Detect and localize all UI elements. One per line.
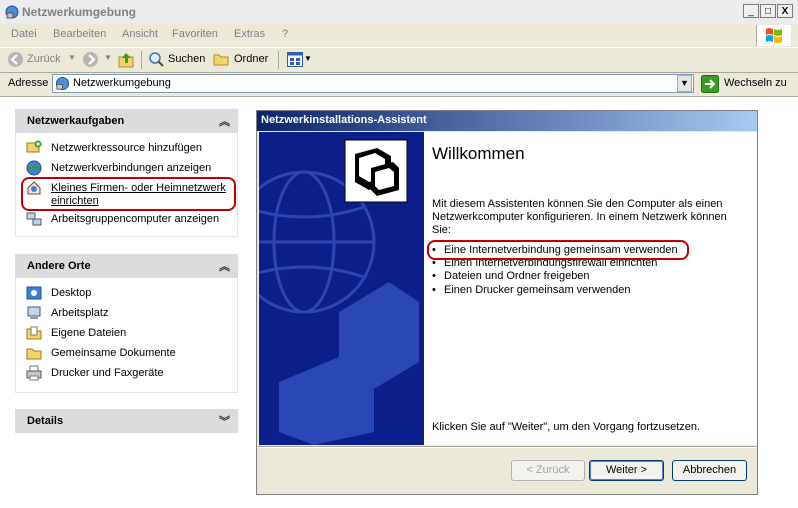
search-button-label[interactable]: Suchen	[168, 53, 205, 65]
red-annotation-circle	[21, 177, 236, 211]
menu-bar: Datei Bearbeiten Ansicht Favoriten Extra…	[0, 24, 798, 48]
folders-icon[interactable]	[213, 51, 230, 68]
toolbar-separator	[278, 51, 279, 69]
wizard-back-button[interactable]: < Zurück	[511, 460, 585, 481]
shared-folder-icon	[26, 348, 42, 360]
menu-help[interactable]: ?	[282, 28, 288, 40]
menu-bearbeiten[interactable]: Bearbeiten	[53, 28, 106, 40]
go-arrow-icon[interactable]	[701, 75, 719, 93]
menu-ansicht[interactable]: Ansicht	[122, 28, 158, 40]
views-dropdown-icon[interactable]: ▼	[304, 54, 312, 63]
address-input[interactable]: Netzwerkumgebung ▼	[52, 74, 694, 93]
windows-flag-icon	[766, 28, 782, 43]
network-places-icon	[5, 5, 19, 19]
add-network-place-icon	[26, 140, 42, 153]
wizard-next-button[interactable]: Weiter >	[589, 460, 664, 481]
wizard-intro-line: Sie:	[432, 224, 451, 236]
wizard-intro-line: Mit diesem Assistenten können Sie den Co…	[432, 198, 723, 210]
other-places-header[interactable]: Andere Orte ︽	[15, 254, 238, 278]
expand-chevron-icon[interactable]: ︾	[219, 413, 230, 429]
go-button-label[interactable]: Wechseln zu	[724, 77, 787, 89]
address-label: Adresse	[8, 77, 49, 89]
my-computer-icon	[27, 306, 41, 319]
network-tasks-header[interactable]: Netzwerkaufgaben ︽	[15, 109, 238, 133]
printer-icon	[26, 365, 42, 381]
toolbar-separator	[141, 51, 142, 69]
workgroup-computers-icon	[26, 212, 42, 226]
search-icon[interactable]	[148, 51, 165, 68]
menu-extras[interactable]: Extras	[234, 28, 265, 40]
my-documents-icon	[26, 326, 42, 340]
address-bar: Adresse Netzwerkumgebung ▼ Wechseln zu	[0, 73, 798, 97]
wizard-content: Willkommen Mit diesem Assistenten können…	[424, 132, 757, 445]
back-arrow-icon[interactable]	[7, 51, 24, 68]
details-title: Details	[27, 415, 64, 427]
wizard-intro-line: Netzwerkcomputer konfigurieren. In einem…	[432, 211, 727, 223]
collapse-chevron-icon[interactable]: ︽	[219, 258, 230, 274]
wizard-footer: Klicken Sie auf "Weiter", um den Vorgang…	[432, 421, 701, 433]
minimize-button[interactable]: _	[743, 4, 759, 18]
network-setup-wizard: Netzwerkinstallations-Assistent Willkomm…	[256, 110, 758, 495]
folders-button-label[interactable]: Ordner	[234, 53, 268, 65]
network-tasks-title: Netzwerkaufgaben	[27, 115, 125, 127]
title-bar: Netzwerkumgebung _ □ X	[0, 0, 798, 25]
collapse-chevron-icon[interactable]: ︽	[219, 113, 230, 129]
forward-arrow-icon[interactable]	[82, 51, 99, 68]
wizard-watermark-icon	[259, 139, 419, 445]
desktop-icon	[26, 286, 42, 300]
wizard-divider	[257, 446, 757, 448]
address-dropdown-button[interactable]: ▼	[677, 75, 692, 92]
wizard-title-bar: Netzwerkinstallations-Assistent	[257, 111, 757, 131]
close-button[interactable]: X	[777, 4, 793, 18]
menu-favoriten[interactable]: Favoriten	[172, 28, 218, 40]
address-value: Netzwerkumgebung	[73, 77, 171, 89]
other-places-title: Andere Orte	[27, 260, 91, 272]
toolbar: Zurück ▼ ▼ Suchen Ordner ▼	[0, 48, 798, 73]
wizard-bullet: • Einen Drucker gemeinsam verwenden	[432, 284, 631, 296]
wizard-cancel-button[interactable]: Abbrechen	[672, 460, 747, 481]
views-icon[interactable]	[287, 52, 303, 67]
forward-dropdown-icon[interactable]: ▼	[104, 53, 112, 62]
wizard-bullet: • Dateien und Ordner freigeben	[432, 270, 590, 282]
windows-logo	[756, 25, 791, 46]
up-folder-icon[interactable]	[118, 51, 135, 68]
network-connections-icon	[26, 160, 42, 176]
back-button-label[interactable]: Zurück	[27, 53, 61, 65]
back-dropdown-icon[interactable]: ▼	[68, 53, 76, 62]
wizard-heading: Willkommen	[432, 144, 525, 163]
other-places-panel: Desktop Arbeitsplatz Eigene Dateien Geme…	[15, 278, 238, 393]
wizard-side-graphic	[259, 132, 424, 445]
details-header[interactable]: Details ︾	[15, 409, 238, 433]
maximize-button[interactable]: □	[760, 4, 776, 18]
menu-datei[interactable]: Datei	[11, 28, 37, 40]
window-title: Netzwerkumgebung	[22, 5, 137, 19]
red-annotation-circle	[427, 240, 689, 260]
network-places-icon	[55, 76, 70, 91]
wizard-title: Netzwerkinstallations-Assistent	[261, 114, 427, 126]
